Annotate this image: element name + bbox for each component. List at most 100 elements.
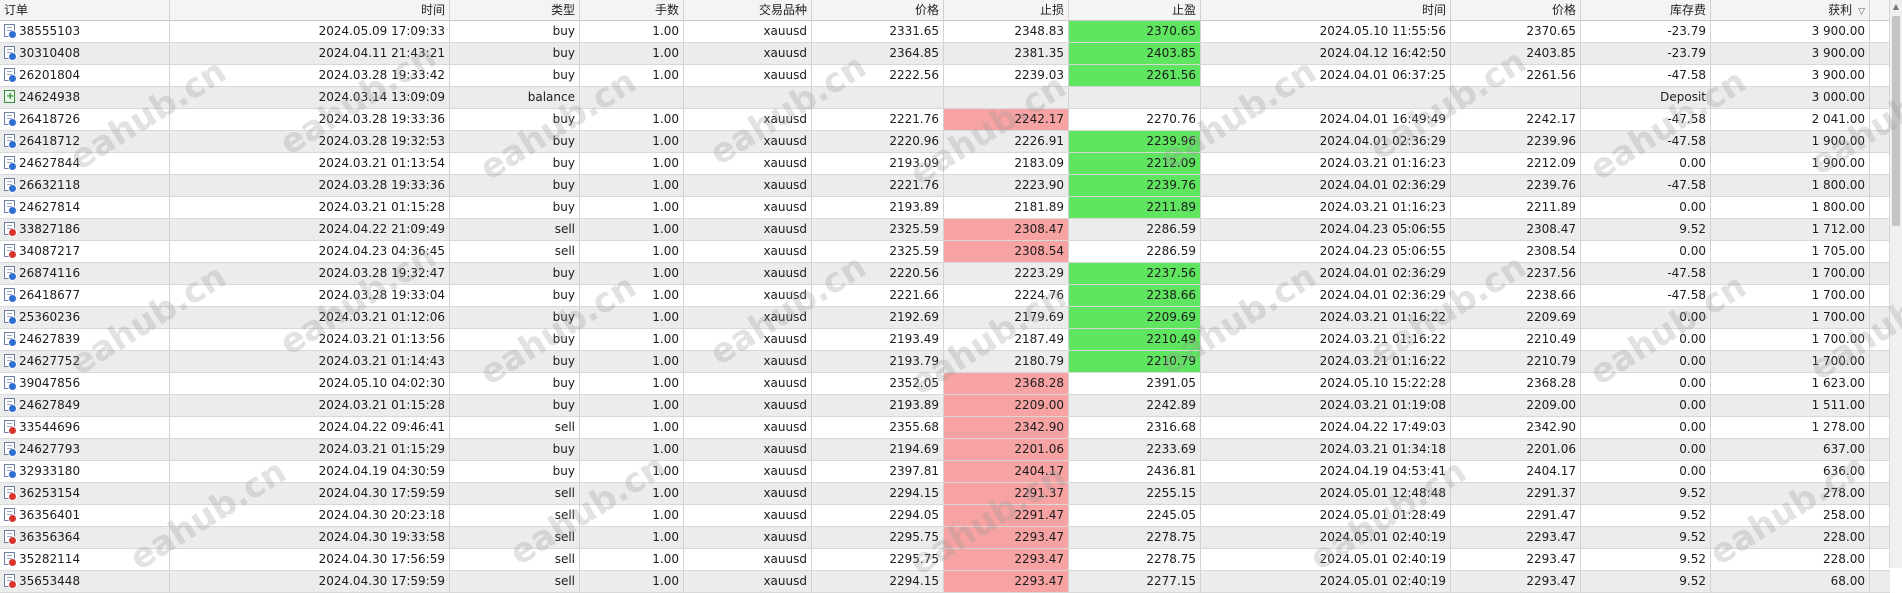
close-price-cell: 2201.06 <box>1451 439 1581 460</box>
table-row[interactable]: 26418677 2024.03.28 19:33:04 buy 1.00 xauusd… <box>0 285 1890 307</box>
order-number: 36356401 <box>19 508 81 522</box>
table-row[interactable]: 32933180 2024.04.19 04:30:59 buy 1.00 xauusd… <box>0 461 1890 483</box>
table-row[interactable]: 36356364 2024.04.30 19:33:58 sell 1.00 xauus… <box>0 527 1890 549</box>
table-row[interactable]: 33827186 2024.04.22 21:09:49 sell 1.00 xauus… <box>0 219 1890 241</box>
profit-cell: 636.00 <box>1711 461 1870 482</box>
table-row[interactable]: 24627844 2024.03.21 01:13:54 buy 1.00 xauusd… <box>0 153 1890 175</box>
take-profit-cell: 2270.76 <box>1069 109 1201 130</box>
table-row[interactable]: 24627849 2024.03.21 01:15:28 buy 1.00 xauusd… <box>0 395 1890 417</box>
close-price-cell: 2293.47 <box>1451 571 1581 592</box>
scroll-up-icon[interactable]: ▲ <box>1890 0 1902 14</box>
table-row[interactable]: 36356401 2024.04.30 20:23:18 sell 1.00 xauus… <box>0 505 1890 527</box>
table-row[interactable]: 24627752 2024.03.21 01:14:43 buy 1.00 xauusd… <box>0 351 1890 373</box>
header-close-price[interactable]: 价格 <box>1451 0 1581 20</box>
buy-order-icon <box>4 332 17 347</box>
profit-cell: 1 700.00 <box>1711 285 1870 306</box>
take-profit-cell: 2212.09 <box>1069 153 1201 174</box>
close-price-cell: 2239.76 <box>1451 175 1581 196</box>
table-row[interactable]: 33544696 2024.04.22 09:46:41 sell 1.00 xauus… <box>0 417 1890 439</box>
type-cell: buy <box>450 395 580 416</box>
header-time[interactable]: 时间 <box>170 0 450 20</box>
close-price-cell: 2209.00 <box>1451 395 1581 416</box>
order-cell: 26418726 <box>0 109 170 130</box>
swap-cell: -47.58 <box>1581 263 1711 284</box>
take-profit-cell: 2210.79 <box>1069 351 1201 372</box>
open-price-cell: 2193.89 <box>812 197 944 218</box>
table-row[interactable]: 26418726 2024.03.28 19:33:36 buy 1.00 xauusd… <box>0 109 1890 131</box>
lots-cell: 1.00 <box>580 219 684 240</box>
table-row[interactable]: 26874116 2024.03.28 19:32:47 buy 1.00 xauusd… <box>0 263 1890 285</box>
header-price[interactable]: 价格 <box>812 0 944 20</box>
table-row[interactable]: 24627793 2024.03.21 01:15:29 buy 1.00 xauusd… <box>0 439 1890 461</box>
table-row[interactable]: 30310408 2024.04.11 21:43:21 buy 1.00 xauusd… <box>0 43 1890 65</box>
table-row[interactable]: 39047856 2024.05.10 04:02:30 buy 1.00 xauusd… <box>0 373 1890 395</box>
swap-cell: 0.00 <box>1581 241 1711 262</box>
table-row[interactable]: 26418712 2024.03.28 19:32:53 buy 1.00 xauusd… <box>0 131 1890 153</box>
swap-cell: 9.52 <box>1581 571 1711 592</box>
table-row[interactable]: 24627839 2024.03.21 01:13:56 buy 1.00 xauusd… <box>0 329 1890 351</box>
header-stop-loss[interactable]: 止损 <box>944 0 1069 20</box>
open-time-cell: 2024.04.30 17:59:59 <box>170 483 450 504</box>
stop-loss-cell: 2342.90 <box>944 417 1069 438</box>
swap-cell: -47.58 <box>1581 65 1711 86</box>
stop-loss-cell: 2201.06 <box>944 439 1069 460</box>
open-price-cell: 2294.05 <box>812 505 944 526</box>
table-row[interactable]: 24627814 2024.03.21 01:15:28 buy 1.00 xauusd… <box>0 197 1890 219</box>
sell-order-icon <box>4 222 17 237</box>
profit-cell: 68.00 <box>1711 571 1870 592</box>
swap-cell: 9.52 <box>1581 505 1711 526</box>
table-row[interactable]: 26201804 2024.03.28 19:33:42 buy 1.00 xauusd… <box>0 65 1890 87</box>
open-price-cell: 2193.49 <box>812 329 944 350</box>
swap-cell: 9.52 <box>1581 219 1711 240</box>
swap-cell: 9.52 <box>1581 527 1711 548</box>
sell-order-icon <box>4 486 17 501</box>
close-time-cell: 2024.04.01 02:36:29 <box>1201 131 1451 152</box>
buy-order-icon <box>4 156 17 171</box>
header-symbol[interactable]: 交易品种 <box>684 0 812 20</box>
close-price-cell: 2404.17 <box>1451 461 1581 482</box>
sell-order-icon <box>4 420 17 435</box>
profit-cell: 1 712.00 <box>1711 219 1870 240</box>
table-row[interactable]: 26632118 2024.03.28 19:33:36 buy 1.00 xauusd… <box>0 175 1890 197</box>
header-swap[interactable]: 库存费 <box>1581 0 1711 20</box>
close-time-cell: 2024.03.21 01:19:08 <box>1201 395 1451 416</box>
lots-cell: 1.00 <box>580 241 684 262</box>
table-row[interactable]: 35653448 2024.04.30 17:59:59 sell 1.00 xauus… <box>0 571 1890 593</box>
open-time-cell: 2024.04.11 21:43:21 <box>170 43 450 64</box>
open-time-cell: 2024.04.22 09:46:41 <box>170 417 450 438</box>
table-row[interactable]: 25360236 2024.03.21 01:12:06 buy 1.00 xauusd… <box>0 307 1890 329</box>
header-order[interactable]: 订单 <box>0 0 170 20</box>
profit-cell: 1 700.00 <box>1711 351 1870 372</box>
order-number: 24627793 <box>19 442 81 456</box>
header-take-profit[interactable]: 止盈 <box>1069 0 1201 20</box>
close-price-cell: 2291.47 <box>1451 505 1581 526</box>
vertical-scrollbar[interactable]: ▲ <box>1889 0 1902 568</box>
close-price-cell: 2403.85 <box>1451 43 1581 64</box>
order-number: 24627814 <box>19 200 81 214</box>
open-time-cell: 2024.03.21 01:13:54 <box>170 153 450 174</box>
header-lots[interactable]: 手数 <box>580 0 684 20</box>
swap-cell: 0.00 <box>1581 153 1711 174</box>
table-row[interactable]: +24624938 2024.03.14 13:09:09 balance Depos… <box>0 87 1890 109</box>
close-price-cell: 2308.47 <box>1451 219 1581 240</box>
open-price-cell: 2295.75 <box>812 549 944 570</box>
table-row[interactable]: 38555103 2024.05.09 17:09:33 buy 1.00 xauusd… <box>0 21 1890 43</box>
table-row[interactable]: 34087217 2024.04.23 04:36:45 sell 1.00 xauus… <box>0 241 1890 263</box>
table-row[interactable]: 36253154 2024.04.30 17:59:59 sell 1.00 xauus… <box>0 483 1890 505</box>
order-number: 39047856 <box>19 376 81 390</box>
lots-cell: 1.00 <box>580 153 684 174</box>
stop-loss-cell: 2308.47 <box>944 219 1069 240</box>
swap-cell: 0.00 <box>1581 351 1711 372</box>
close-time-cell <box>1201 87 1451 108</box>
open-time-cell: 2024.04.30 17:59:59 <box>170 571 450 592</box>
symbol-cell: xauusd <box>684 461 812 482</box>
header-type[interactable]: 类型 <box>450 0 580 20</box>
header-close-time[interactable]: 时间 <box>1201 0 1451 20</box>
header-profit[interactable]: 获利 ▽ <box>1711 0 1870 20</box>
open-price-cell: 2325.59 <box>812 219 944 240</box>
symbol-cell: xauusd <box>684 307 812 328</box>
scrollbar-thumb[interactable] <box>1892 16 1900 226</box>
close-time-cell: 2024.03.21 01:16:23 <box>1201 197 1451 218</box>
close-time-cell: 2024.05.10 15:22:28 <box>1201 373 1451 394</box>
take-profit-cell: 2286.59 <box>1069 241 1201 262</box>
